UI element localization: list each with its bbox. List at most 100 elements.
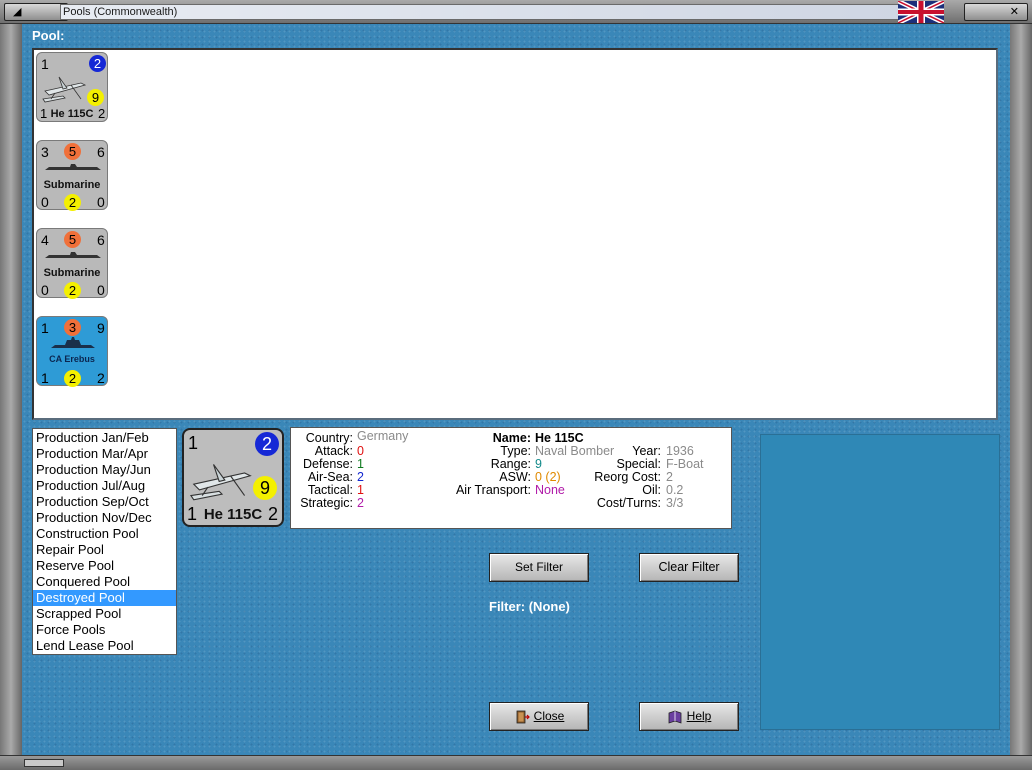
counter-top-left: 1 (41, 56, 49, 72)
pool-counter-ca-erebus[interactable]: 1 3 9 CA Erebus 1 2 2 (36, 316, 108, 387)
counter-top-mid: 3 (64, 319, 81, 336)
unit-info-panel: Country: Germany Attack: 0 Defense: 1 Ai… (290, 427, 732, 529)
list-item[interactable]: Production Sep/Oct (33, 494, 176, 510)
counter-top-right: 2 (255, 432, 279, 456)
client-area: Pool: 1 2 9 1 He 115C 2 3 5 6 Submarine … (22, 24, 1010, 755)
asw-value: 0 (2) (535, 470, 561, 484)
list-item[interactable]: Construction Pool (33, 526, 176, 542)
list-item[interactable]: Production Mar/Apr (33, 446, 176, 462)
list-item[interactable]: Reserve Pool (33, 558, 176, 574)
pool-counter-he115c[interactable]: 1 2 9 1 He 115C 2 (36, 52, 108, 122)
counter-bottom-left: 1 (41, 370, 49, 386)
cost-turns-label: Cost/Turns: (596, 496, 661, 510)
submarine-icon (45, 252, 101, 258)
airsea-value: 2 (357, 470, 364, 484)
defense-value: 1 (357, 457, 364, 471)
set-filter-button[interactable]: Set Filter (489, 553, 589, 582)
air-transport-label: Air Transport: (455, 483, 531, 497)
counter-name: Submarine (43, 267, 101, 279)
range-value: 9 (535, 457, 542, 471)
list-item[interactable]: Production Jan/Feb (33, 430, 176, 446)
cruiser-icon (51, 337, 95, 348)
help-button-label: Help (686, 709, 712, 723)
window-title: Pools (Commonwealth) (60, 4, 900, 20)
right-info-panel (760, 434, 1000, 730)
list-item[interactable]: Repair Pool (33, 542, 176, 558)
right-frame-edge (1010, 24, 1032, 756)
special-label: Special: (616, 457, 661, 471)
system-menu-button[interactable]: ◢ (4, 3, 68, 21)
counter-middle-right: 9 (253, 476, 277, 500)
reorg-cost-value: 2 (666, 470, 673, 484)
list-item[interactable]: Force Pools (33, 622, 176, 638)
name-value: He 115C (535, 431, 584, 445)
counter-top-mid: 5 (64, 143, 81, 160)
counter-bottom-right: 2 (97, 370, 105, 386)
year-label: Year: (632, 444, 661, 458)
country-label: Country: (305, 431, 353, 445)
list-item[interactable]: Lend Lease Pool (33, 638, 176, 654)
attack-label: Attack: (314, 444, 353, 458)
type-label: Type: (500, 444, 531, 458)
filter-status: Filter: (None) (489, 599, 570, 614)
defense-label: Defense: (302, 457, 353, 471)
selected-counter: 1 2 9 1 He 115C 2 (182, 428, 284, 527)
counter-bottom-right: 2 (268, 504, 279, 524)
close-button[interactable]: Close (489, 702, 589, 731)
air-transport-value: None (535, 483, 565, 497)
counter-bottom-right: 0 (97, 194, 105, 210)
counter-middle-right: 9 (87, 89, 104, 106)
reorg-cost-label: Reorg Cost: (594, 470, 661, 484)
list-item[interactable]: Production May/Jun (33, 462, 176, 478)
counter-top-right: 9 (97, 320, 105, 336)
close-window-button[interactable]: ✕ (964, 3, 1028, 21)
counter-top-left: 1 (188, 433, 199, 453)
close-button-label: Close (533, 709, 565, 723)
counter-top-right: 6 (97, 232, 105, 248)
airsea-label: Air-Sea: (307, 470, 353, 484)
counter-top-left: 1 (41, 320, 49, 336)
strategic-value: 2 (357, 496, 364, 510)
pool-area[interactable]: 1 2 9 1 He 115C 2 3 5 6 Submarine 0 2 0 … (32, 48, 998, 420)
counter-top-left: 4 (41, 232, 49, 248)
counter-bottom-mid: 2 (64, 282, 81, 299)
pool-counter-submarine-1[interactable]: 3 5 6 Submarine 0 2 0 (36, 140, 108, 211)
seaplane-icon (42, 76, 87, 103)
help-button[interactable]: Help (639, 702, 739, 731)
clear-filter-button[interactable]: Clear Filter (639, 553, 739, 582)
restore-icon: ◢ (13, 6, 22, 18)
strategic-label: Strategic: (300, 496, 353, 510)
help-book-icon (668, 710, 682, 724)
counter-name: He 115C (50, 108, 94, 120)
counter-top-right: 6 (97, 144, 105, 160)
union-jack-flag-icon (898, 1, 944, 23)
counter-name: Submarine (43, 179, 101, 191)
resize-grip[interactable] (24, 759, 64, 767)
list-item[interactable]: Production Jul/Aug (33, 478, 176, 494)
counter-bottom-left: 0 (41, 282, 49, 298)
counter-name: CA Erebus (49, 354, 95, 364)
title-bar[interactable]: ◢ Pools (Commonwealth) ✕ (0, 0, 1032, 24)
list-item[interactable]: Scrapped Pool (33, 606, 176, 622)
counter-top-left: 3 (41, 144, 49, 160)
name-label: Name: (492, 431, 531, 445)
list-item-selected[interactable]: Destroyed Pool (33, 590, 176, 606)
pool-heading: Pool: (32, 28, 65, 43)
door-exit-icon (516, 710, 530, 724)
bottom-frame-edge (0, 755, 1032, 770)
range-label: Range: (490, 457, 531, 471)
special-value: F-Boat (666, 457, 704, 471)
tactical-label: Tactical: (307, 483, 353, 497)
counter-top-right: 2 (89, 55, 106, 72)
counter-bottom-left: 0 (41, 194, 49, 210)
country-value: Germany (357, 429, 409, 443)
attack-value: 0 (357, 444, 364, 458)
left-frame-edge (0, 24, 22, 756)
pool-counter-submarine-2[interactable]: 4 5 6 Submarine 0 2 0 (36, 228, 108, 299)
counter-bottom-right: 0 (97, 282, 105, 298)
counter-bottom-right: 2 (98, 106, 106, 121)
pool-list[interactable]: Production Jan/Feb Production Mar/Apr Pr… (32, 428, 177, 655)
list-item[interactable]: Conquered Pool (33, 574, 176, 590)
list-item[interactable]: Production Nov/Dec (33, 510, 176, 526)
seaplane-icon (189, 464, 252, 501)
